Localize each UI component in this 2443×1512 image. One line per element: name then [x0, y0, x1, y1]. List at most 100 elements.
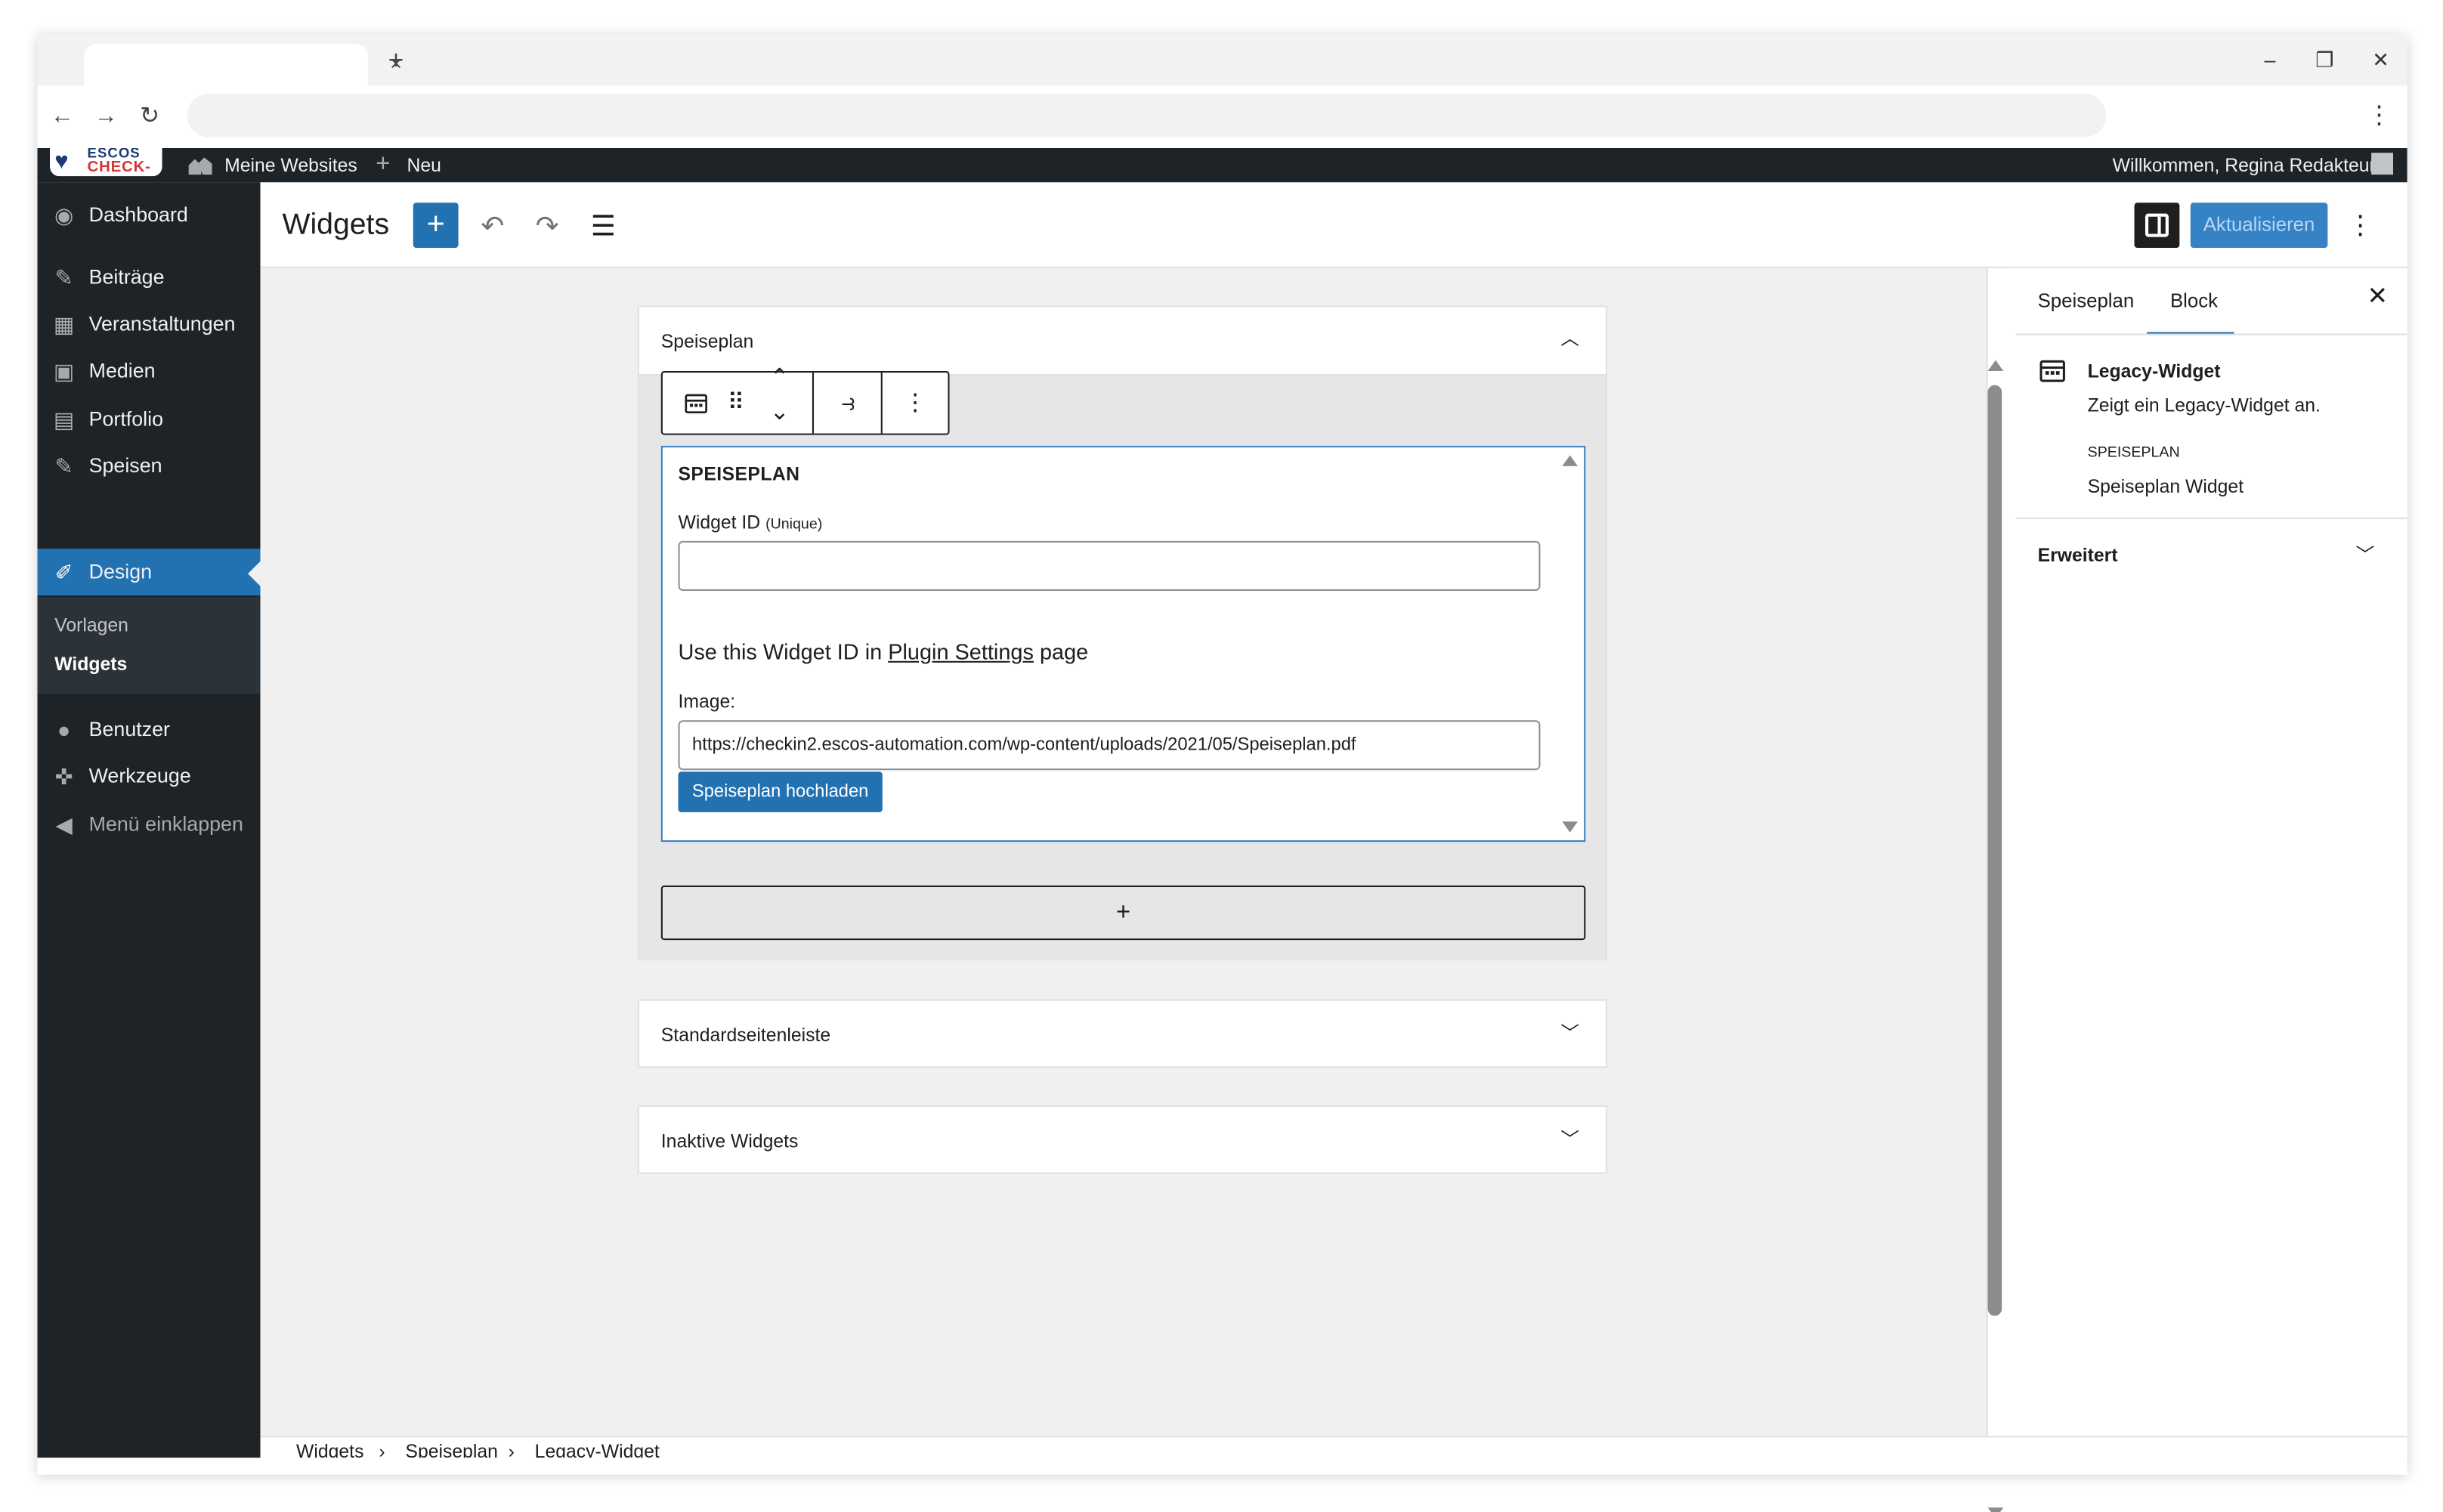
widget-area-title: Inaktive Widgets	[660, 1130, 799, 1152]
sidebar-item-design[interactable]: ✐ Design	[37, 549, 261, 596]
widget-scroll-down-icon[interactable]	[1562, 821, 1578, 833]
chevron-down-icon[interactable]: ﹀	[1557, 1021, 1582, 1046]
sidebar-item-label: Design	[88, 559, 153, 583]
sidebar-item-label: Veranstaltungen	[88, 311, 236, 335]
sidebar-collapse[interactable]: ◀ Menü einklappen	[38, 801, 261, 848]
sidebar-item-label: Speisen	[88, 453, 162, 478]
sidebar-item-label: Portfolio	[88, 407, 164, 431]
restore-icon[interactable]: ❐	[2305, 47, 2343, 75]
my-sites-link[interactable]: Meine Websites	[224, 153, 357, 178]
block-toolbar: ⠿ ⌃ ⌄ ⥽ ⋮	[660, 365, 950, 435]
transform-icon[interactable]: ⥽	[828, 373, 869, 433]
image-label: Image:	[678, 690, 736, 713]
address-bar[interactable]	[187, 93, 2107, 138]
logo-text-bottom: CHECK-IN	[87, 159, 151, 177]
page-title: Widgets	[282, 209, 390, 242]
sidebar-item-label: Benutzer	[88, 717, 170, 741]
scroll-up-icon[interactable]	[1987, 360, 2004, 372]
widget-area-standardseitenleiste[interactable]: Standardseitenleiste ﹀	[637, 999, 1608, 1068]
widget-area-content: ⠿ ⌃ ⌄ ⥽ ⋮ SPEISEPLAN Widget ID (Unique) …	[639, 365, 1607, 959]
admin-bar: ♥ ESCOS CHECK-IN Meine Websites + Neu Wi…	[37, 148, 2407, 183]
breadcrumb-item-widgets[interactable]: Widgets	[296, 1439, 363, 1458]
breadcrumb-item-legacy-widget[interactable]: Legacy-Widget	[535, 1439, 660, 1458]
media-icon: ▣	[53, 358, 75, 384]
sidebar-item-dashboard[interactable]: ◉ Dashboard	[38, 192, 261, 239]
collapse-icon: ◀	[55, 812, 73, 837]
tab-block[interactable]: Block	[2170, 268, 2218, 334]
browser-tab-strip: × + – ❐ ✕	[37, 34, 2407, 86]
widget-scroll-up-icon[interactable]	[1562, 455, 1578, 466]
sidebar-item-portfolio[interactable]: ▤ Portfolio	[38, 396, 261, 443]
browser-toolbar: ← → ↻ ⋮	[37, 85, 2407, 149]
chevron-down-icon[interactable]: ﹀	[1557, 1127, 1582, 1152]
portfolio-icon: ▤	[53, 407, 75, 432]
chevron-up-icon[interactable]: ︿	[1557, 326, 1582, 351]
active-indicator	[248, 561, 261, 586]
breadcrumb-item-speiseplan[interactable]: Speiseplan	[405, 1439, 498, 1458]
redo-icon[interactable]: ↷	[527, 206, 567, 246]
user-icon: ●	[57, 717, 71, 743]
undo-icon[interactable]: ↶	[472, 206, 513, 246]
move-down-icon[interactable]: ⌄	[762, 397, 796, 428]
submenu-item-vorlagen[interactable]: Vorlagen	[54, 613, 128, 638]
widget-id-input[interactable]	[678, 540, 1541, 591]
tab-speiseplan[interactable]: Speiseplan	[2038, 268, 2135, 334]
settings-toggle-button[interactable]	[2134, 203, 2180, 249]
close-settings-icon[interactable]: ✕	[2365, 285, 2390, 311]
forward-icon[interactable]: →	[91, 101, 122, 132]
editor-canvas: Speiseplan ︿ ⠿ ⌃ ⌄ ⥽ ⋮ SPEISEPLAN Widget…	[260, 267, 2004, 1512]
screen: × + – ❐ ✕ ← → ↻ ⋮ ♥ ESCOS CHECK-IN Meine…	[0, 0, 2443, 1512]
list-view-icon[interactable]: ☰	[583, 206, 624, 246]
widget-type-label: SPEISEPLAN	[2087, 444, 2180, 462]
sidebar-item-label: Beiträge	[88, 264, 165, 289]
divider	[2015, 333, 2407, 335]
calendar-icon[interactable]	[685, 391, 708, 415]
block-appender-button[interactable]: +	[660, 885, 1586, 941]
browser-menu-icon[interactable]: ⋮	[2367, 101, 2392, 132]
back-icon[interactable]: ←	[47, 101, 78, 132]
pin-icon: ✎	[54, 264, 73, 290]
move-up-icon[interactable]: ⌃	[762, 363, 796, 394]
chevron-down-icon[interactable]: ﹀	[2352, 543, 2377, 567]
browser-window: × + – ❐ ✕ ← → ↻ ⋮ ♥ ESCOS CHECK-IN Meine…	[37, 34, 2407, 1512]
reload-icon[interactable]: ↻	[134, 101, 165, 132]
options-icon[interactable]: ⋮	[2345, 206, 2376, 246]
avatar[interactable]	[2371, 153, 2394, 175]
toolbar-separator	[880, 373, 883, 434]
new-content-link[interactable]: Neu	[407, 153, 441, 178]
welcome-user[interactable]: Willkommen, Regina Redakteur	[2113, 153, 2376, 178]
scroll-thumb[interactable]	[1987, 385, 2002, 1316]
site-logo[interactable]: ♥ ESCOS CHECK-IN	[50, 148, 162, 177]
widget-area-speiseplan: Speiseplan ︿ ⠿ ⌃ ⌄ ⥽ ⋮ SPEISEPLAN Widget…	[637, 305, 1608, 960]
canvas-scrollbar[interactable]	[1983, 360, 2005, 1512]
advanced-panel-toggle[interactable]: Erweitert	[2038, 543, 2118, 567]
drag-handle-icon[interactable]: ⠿	[722, 373, 750, 433]
new-tab-icon[interactable]: +	[384, 47, 409, 73]
breadcrumb-separator: ›	[379, 1440, 385, 1458]
window-close-icon[interactable]: ✕	[2362, 47, 2400, 75]
widget-type-value: Speiseplan Widget	[2087, 475, 2244, 498]
widget-area-title[interactable]: Speiseplan	[661, 329, 754, 354]
dashboard-icon: ◉	[54, 203, 74, 228]
submenu-item-widgets[interactable]: Widgets	[54, 651, 127, 676]
plus-icon: +	[376, 151, 391, 178]
calendar-icon: ▦	[53, 311, 75, 337]
breadcrumb: Widgets › Speiseplan › Legacy-Widget	[260, 1436, 2407, 1458]
minimize-icon[interactable]: –	[2251, 47, 2289, 75]
sidebar-item-werkzeuge[interactable]: ✜ Werkzeuge	[38, 753, 261, 800]
sidebar-item-medien[interactable]: ▣ Medien	[38, 348, 261, 394]
scroll-down-icon[interactable]	[1987, 1507, 2004, 1512]
divider	[2015, 517, 2407, 520]
upload-button[interactable]: Speiseplan hochladen	[678, 771, 883, 812]
sidebar-item-beitraege[interactable]: ✎ Beiträge	[38, 254, 261, 301]
sidebar-item-veranstaltungen[interactable]: ▦ Veranstaltungen	[38, 301, 261, 348]
image-url-input[interactable]: https://checkin2.escos-automation.com/wp…	[678, 720, 1541, 771]
add-block-button[interactable]: +	[413, 203, 459, 249]
sidebar-item-benutzer[interactable]: ● Benutzer	[38, 707, 261, 753]
browser-tab[interactable]: ×	[84, 43, 402, 86]
sidebar-item-speisen[interactable]: ✎ Speisen	[38, 443, 261, 490]
save-button[interactable]: Aktualisieren	[2190, 203, 2328, 249]
more-options-icon[interactable]: ⋮	[899, 373, 930, 433]
widget-area-inaktive-widgets[interactable]: Inaktive Widgets ﹀	[637, 1105, 1608, 1174]
plugin-settings-link[interactable]: Plugin Settings	[888, 639, 1034, 664]
